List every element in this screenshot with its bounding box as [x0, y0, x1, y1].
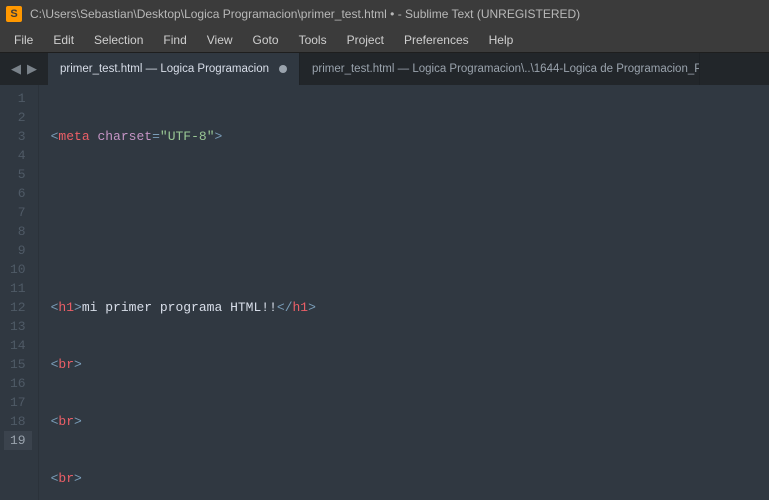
line-gutter: 1 2 3 4 5 6 7 8 9 10 11 12 13 14 15 16 1… [0, 85, 39, 500]
menu-preferences[interactable]: Preferences [394, 29, 479, 51]
line-number-current: 19 [4, 431, 32, 450]
menu-bar: File Edit Selection Find View Goto Tools… [0, 28, 769, 53]
line-number: 8 [10, 222, 26, 241]
tab-nav-arrows: ◀ ▶ [0, 53, 48, 85]
line-number: 3 [10, 127, 26, 146]
line-number: 17 [10, 393, 26, 412]
code-line [51, 241, 769, 260]
menu-find[interactable]: Find [153, 29, 196, 51]
tab-active[interactable]: primer_test.html — Logica Programacion [48, 53, 300, 85]
menu-selection[interactable]: Selection [84, 29, 153, 51]
code-line: <br> [51, 412, 769, 431]
tab-dirty-indicator-icon [279, 65, 287, 73]
window-titlebar: S C:\Users\Sebastian\Desktop\Logica Prog… [0, 0, 769, 28]
line-number: 11 [10, 279, 26, 298]
line-number: 12 [10, 298, 26, 317]
editor-area: 1 2 3 4 5 6 7 8 9 10 11 12 13 14 15 16 1… [0, 85, 769, 500]
tab-prev-icon[interactable]: ◀ [8, 61, 24, 77]
code-area[interactable]: <meta charset="UTF-8"> <h1>mi primer pro… [39, 85, 769, 500]
tab-next-icon[interactable]: ▶ [24, 61, 40, 77]
line-number: 1 [10, 89, 26, 108]
code-line: <br> [51, 355, 769, 374]
code-line [51, 184, 769, 203]
line-number: 15 [10, 355, 26, 374]
menu-goto[interactable]: Goto [243, 29, 289, 51]
menu-view[interactable]: View [197, 29, 243, 51]
window-title: C:\Users\Sebastian\Desktop\Logica Progra… [30, 7, 580, 21]
line-number: 2 [10, 108, 26, 127]
line-number: 18 [10, 412, 26, 431]
menu-project[interactable]: Project [337, 29, 394, 51]
code-line: <br> [51, 469, 769, 488]
line-number: 7 [10, 203, 26, 222]
tab-label: primer_test.html — Logica Programacion [60, 63, 269, 75]
line-number: 4 [10, 146, 26, 165]
line-number: 10 [10, 260, 26, 279]
app-icon: S [6, 6, 22, 22]
line-number: 14 [10, 336, 26, 355]
menu-edit[interactable]: Edit [43, 29, 84, 51]
code-line: <meta charset="UTF-8"> [51, 127, 769, 146]
menu-file[interactable]: File [4, 29, 43, 51]
menu-help[interactable]: Help [479, 29, 524, 51]
tab-inactive[interactable]: primer_test.html — Logica Programacion\.… [300, 53, 700, 85]
tab-bar: ◀ ▶ primer_test.html — Logica Programaci… [0, 53, 769, 85]
line-number: 16 [10, 374, 26, 393]
code-line: <h1>mi primer programa HTML!!</h1> [51, 298, 769, 317]
menu-tools[interactable]: Tools [289, 29, 337, 51]
line-number: 5 [10, 165, 26, 184]
line-number: 6 [10, 184, 26, 203]
line-number: 13 [10, 317, 26, 336]
tab-label: primer_test.html — Logica Programacion\.… [312, 63, 700, 75]
line-number: 9 [10, 241, 26, 260]
